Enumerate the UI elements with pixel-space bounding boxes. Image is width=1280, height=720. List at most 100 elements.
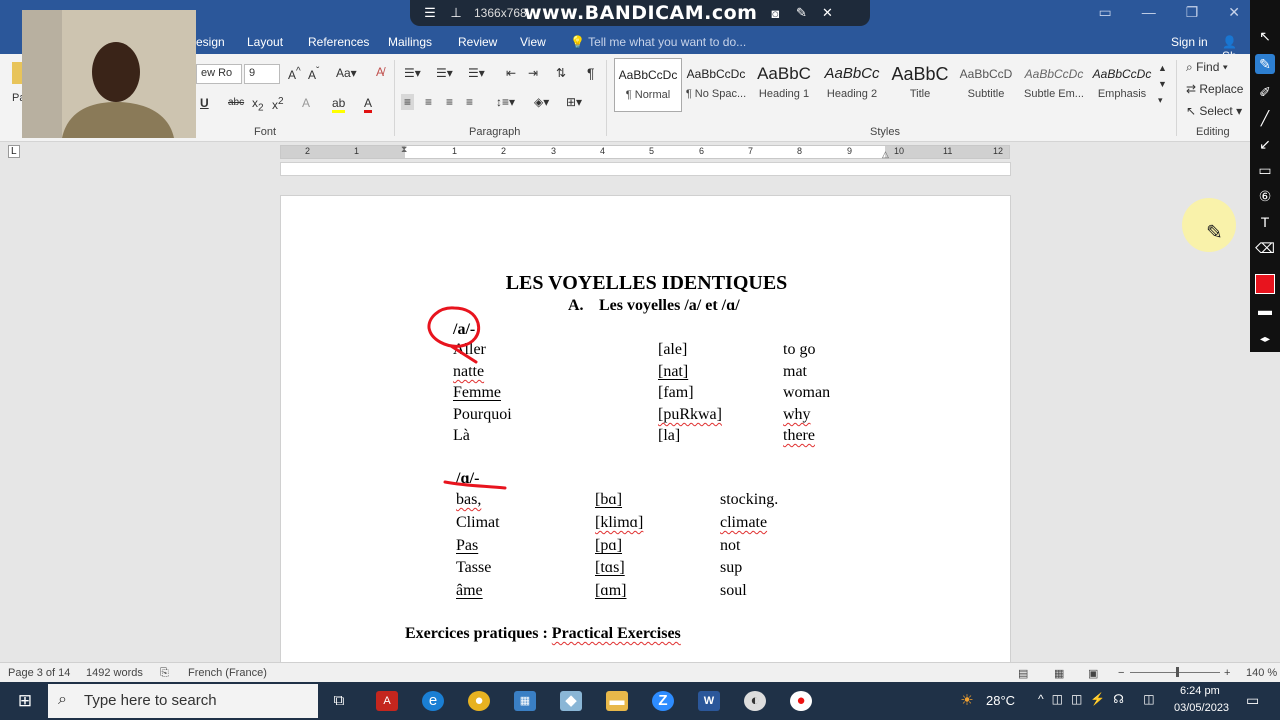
tab-review[interactable]: Review <box>458 35 497 49</box>
increase-indent-icon[interactable]: ⇥ <box>528 66 538 80</box>
collapse-toolbar-icon[interactable]: ◂▸ <box>1255 330 1275 350</box>
app-icon[interactable]: ◆ <box>560 691 582 711</box>
grow-font-icon[interactable]: A^ <box>288 66 301 82</box>
line-width-icon[interactable]: ▬ <box>1255 300 1275 320</box>
close-window-icon[interactable]: ✕ <box>1228 4 1240 21</box>
zoom-thumb[interactable] <box>1176 667 1179 677</box>
show-marks-icon[interactable]: ¶ <box>587 65 595 81</box>
replace-button[interactable]: ⇄ Replace <box>1186 82 1243 96</box>
horizontal-ruler[interactable]: 2 1 1 2 3 4 5 6 7 8 9 10 11 12 ⧗ △ <box>280 144 1010 160</box>
text-tool-icon[interactable]: T <box>1255 212 1275 232</box>
bandicam-record-icon[interactable]: ● <box>790 691 812 711</box>
bullets-icon[interactable]: ☰▾ <box>404 66 421 80</box>
taskbar-search[interactable]: ⌕ Type here to search <box>48 684 318 718</box>
font-size-box[interactable]: 9 <box>244 64 280 84</box>
tab-view[interactable]: View <box>520 35 546 49</box>
color-picker[interactable] <box>1255 274 1275 294</box>
task-view-icon[interactable]: ⧉ <box>328 691 350 711</box>
font-name-box[interactable]: ew Ro <box>196 64 242 84</box>
subscript-icon[interactable]: x2 <box>252 96 264 113</box>
read-mode-icon[interactable]: ▤ <box>1018 667 1028 680</box>
strikethrough-icon[interactable]: abc <box>228 97 244 108</box>
tab-mailings[interactable]: Mailings <box>388 35 432 49</box>
acrobat-icon[interactable]: A <box>376 691 398 711</box>
style-subtle-emphasis[interactable]: AaBbCcDc Subtle Em... <box>1020 58 1088 112</box>
arrow-tool-icon[interactable]: ↙ <box>1255 134 1275 154</box>
select-button[interactable]: ↖ Select ▾ <box>1186 104 1242 118</box>
clear-format-icon[interactable]: A̸ <box>376 65 384 79</box>
marker-tool-icon[interactable]: ✐ <box>1255 82 1275 102</box>
decrease-indent-icon[interactable]: ⇤ <box>506 66 516 80</box>
zoom-slider[interactable] <box>1130 672 1220 673</box>
chrome-profile-icon[interactable]: ◐ <box>744 691 766 711</box>
numbering-icon[interactable]: ☰▾ <box>436 66 453 80</box>
pin-icon[interactable]: ⊥ <box>448 5 464 21</box>
shading-icon[interactable]: ◈▾ <box>534 95 549 109</box>
style-title[interactable]: AaBbC Title <box>886 58 954 112</box>
chrome-icon[interactable]: ● <box>468 691 490 711</box>
zoom-in-icon[interactable]: + <box>1224 667 1230 679</box>
clock-time[interactable]: 6:24 pm <box>1180 685 1220 697</box>
tell-me-search[interactable]: 💡 Tell me what you want to do... <box>570 35 746 49</box>
close-icon[interactable]: ✕ <box>819 5 835 21</box>
underline-icon[interactable]: U <box>200 96 209 110</box>
file-explorer-icon[interactable]: ▬ <box>606 691 628 711</box>
style-normal[interactable]: AaBbCcDc ¶ Normal <box>614 58 682 112</box>
proofing-icon[interactable]: ⎘ <box>160 667 169 680</box>
rectangle-tool-icon[interactable]: ▭ <box>1255 160 1275 180</box>
text-effects-icon[interactable]: A <box>302 96 310 110</box>
styles-scroll-icon[interactable]: ▲ ▼ ▾ <box>1158 60 1167 108</box>
language[interactable]: French (France) <box>188 667 267 679</box>
windows-start-icon[interactable]: ⊞ <box>14 691 36 711</box>
borders-icon[interactable]: ⊞▾ <box>566 95 582 109</box>
ribbon-display-icon[interactable]: ▭ <box>1098 4 1111 21</box>
edge-icon[interactable]: e <box>422 691 444 711</box>
right-indent-marker-icon[interactable]: △ <box>882 149 889 160</box>
minimize-icon[interactable]: — <box>1142 4 1156 21</box>
sort-icon[interactable]: ⇅ <box>556 66 566 80</box>
weather-icon[interactable]: ☀ <box>956 691 978 711</box>
multilevel-list-icon[interactable]: ☰▾ <box>468 66 485 80</box>
document-page[interactable]: LES VOYELLES IDENTIQUES A. Les voyelles … <box>280 195 1011 665</box>
zoom-app-icon[interactable]: Z <box>652 691 674 711</box>
pointer-tool-icon[interactable]: ↖ <box>1255 26 1275 46</box>
menu-icon[interactable]: ☰ <box>422 5 438 21</box>
change-case-icon[interactable]: Aa▾ <box>336 66 357 80</box>
zoom-out-icon[interactable]: − <box>1118 667 1124 679</box>
camera-icon[interactable]: ◙ <box>767 6 783 21</box>
justify-icon[interactable]: ≡ <box>466 95 473 109</box>
word-count[interactable]: 1492 words <box>86 667 143 679</box>
web-layout-icon[interactable]: ▣ <box>1088 667 1098 680</box>
align-right-icon[interactable]: ≡ <box>446 95 453 109</box>
tab-selector-icon[interactable]: L <box>8 145 20 158</box>
zoom-level[interactable]: 140 % <box>1246 667 1277 679</box>
style-no-spacing[interactable]: AaBbCcDc ¶ No Spac... <box>682 58 750 112</box>
highlight-icon[interactable]: ab <box>332 96 346 113</box>
notifications-icon[interactable]: ▭ <box>1246 692 1259 709</box>
page-count[interactable]: Page 3 of 14 <box>8 667 70 679</box>
word-app-icon[interactable]: W <box>698 691 720 711</box>
align-left-icon[interactable]: ≡ <box>401 94 415 110</box>
indent-marker-icon[interactable]: ⧗ <box>401 144 407 155</box>
tab-layout[interactable]: Layout <box>247 35 283 49</box>
find-button[interactable]: ⌕ Find ▾ <box>1186 60 1228 75</box>
line-tool-icon[interactable]: ╱ <box>1255 108 1275 128</box>
style-heading-1[interactable]: AaBbC Heading 1 <box>750 58 818 112</box>
store-icon[interactable]: ▦ <box>514 691 536 711</box>
pen-tool-icon[interactable]: ✎ <box>1255 54 1275 74</box>
superscript-icon[interactable]: x2 <box>272 96 284 112</box>
print-layout-icon[interactable]: ▦ <box>1054 667 1064 680</box>
tab-references[interactable]: References <box>308 35 369 49</box>
temperature[interactable]: 28°C <box>986 693 1015 708</box>
tab-design[interactable]: esign <box>196 35 225 49</box>
numbering-tool-icon[interactable]: ⑥ <box>1255 186 1275 206</box>
sign-in-link[interactable]: Sign in <box>1171 35 1208 49</box>
line-spacing-icon[interactable]: ↕≡▾ <box>496 95 515 109</box>
system-tray-icons[interactable]: ^◫◫⚡☊ ◫ <box>1038 692 1163 706</box>
style-emphasis[interactable]: AaBbCcDc Emphasis <box>1088 58 1156 112</box>
font-color-icon[interactable]: A <box>364 96 373 113</box>
restore-icon[interactable]: ❐ <box>1186 4 1199 21</box>
style-heading-2[interactable]: AaBbCc Heading 2 <box>818 58 886 112</box>
align-center-icon[interactable]: ≡ <box>425 95 432 109</box>
clock-date[interactable]: 03/05/2023 <box>1174 702 1229 714</box>
